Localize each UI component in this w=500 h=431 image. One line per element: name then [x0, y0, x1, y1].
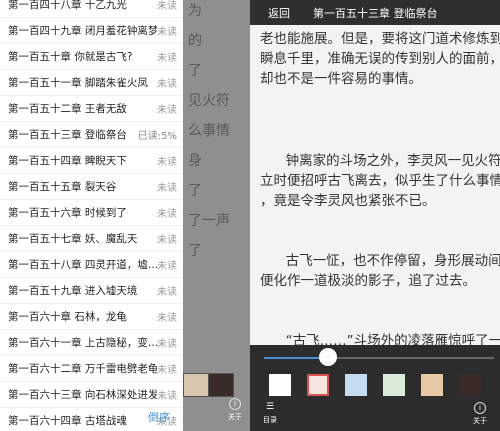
about-button-left[interactable]: i 关于: [220, 398, 250, 422]
toc-row[interactable]: 第一百五十五章 裂天谷 未读: [0, 174, 183, 200]
page-fragment: 了: [188, 183, 202, 199]
read-status: 未读: [157, 313, 177, 324]
chapter-title: 第一百五十七章 妖、魔乱天: [8, 233, 138, 245]
reverse-order-button[interactable]: 倒序: [148, 409, 170, 425]
toc-row[interactable]: 第一百六十二章 万千雷电劈老龟 未读: [0, 356, 183, 382]
read-status: 未读: [157, 261, 177, 272]
toc-row[interactable]: 第一百六十章 石林，龙龟 未读: [0, 304, 183, 330]
chapter-title: 第一百五十一章 脚踏朱雀火凤: [8, 77, 148, 89]
theme-swatch[interactable]: [421, 374, 443, 396]
chapter-title: 第一百六十二章 万千雷电劈老龟: [8, 363, 157, 375]
page-fragment: 了一声: [188, 213, 230, 229]
chapter-title: 第一百五十章 你就是古飞?: [8, 51, 133, 63]
read-status: 未读: [157, 183, 177, 194]
toc-row[interactable]: 第一百六十三章 向石林深处进发 未读: [0, 382, 183, 408]
theme-swatch[interactable]: [208, 373, 234, 397]
theme-swatch[interactable]: [269, 374, 291, 396]
theme-swatch[interactable]: [183, 373, 209, 397]
read-status: 未读: [157, 157, 177, 168]
toc-row[interactable]: 第一百五十章 你就是古飞? 未读: [0, 44, 183, 70]
toc-row[interactable]: 第一百五十一章 脚踏朱雀火凤 未读: [0, 70, 183, 96]
toc-row[interactable]: 第一百四十九章 闭月羞花钟离梦 未读: [0, 18, 183, 44]
read-status: 未读: [157, 339, 177, 350]
top-bar: 返回 第一百五十三章 登临祭台: [250, 0, 500, 25]
info-icon: i: [229, 398, 241, 410]
read-status: 已读:5%: [137, 131, 177, 142]
toc-row[interactable]: 第一百四十八章 十乙九光 未读: [0, 0, 183, 18]
toc-row[interactable]: 第一百五十八章 四灵开道，墟… 未读: [0, 252, 183, 278]
toc-row[interactable]: 第一百五十三章 登临祭台 已读:5%: [0, 122, 183, 148]
read-status: 未读: [157, 53, 177, 64]
chapter-title: 第一百六十四章 古塔战魂: [8, 415, 127, 427]
page-fragment: 了: [188, 243, 202, 259]
read-status: 未读: [157, 27, 177, 38]
toc-label: 目录: [263, 416, 277, 424]
toc-row[interactable]: 第一百五十六章 时候到了 未读: [0, 200, 183, 226]
chapter-title: 第一百六十章 石林，龙龟: [8, 311, 127, 323]
text-line: 老也能施展。但是，要将这门道术修炼到: [260, 31, 500, 47]
chapter-title: 第一百五十九章 进入墟天境: [8, 285, 138, 297]
back-button[interactable]: 返回: [268, 5, 290, 21]
text-line: 瞬息千里，准确无误的传到别人的面前，: [260, 51, 500, 67]
toc-drawer: 第一百四十八章 十乙九光 未读 第一百四十九章 闭月羞花钟离梦 未读 第一百五十章 你就…: [0, 0, 183, 431]
toc-row[interactable]: 第一百六十一章 上古隐秘，变… 未读: [0, 330, 183, 356]
theme-swatch[interactable]: [383, 374, 405, 396]
chapter-title: 第一百五十四章 睥睨天下: [8, 155, 127, 167]
theme-swatch[interactable]: [459, 374, 481, 396]
chapter-title: 第一百五十五章 裂天谷: [8, 181, 117, 193]
theme-swatch[interactable]: [345, 374, 367, 396]
toc-row[interactable]: 第一百五十九章 进入墟天境 未读: [0, 278, 183, 304]
read-status: 未读: [157, 391, 177, 402]
page-fragment: 么事情: [188, 123, 230, 139]
chapter-title: 第一百五十三章 登临祭台: [8, 129, 127, 141]
page-fragment: 了: [188, 63, 202, 79]
text-line: 钟离家的斗场之外，李灵风一见火符，: [285, 153, 500, 169]
read-status: 未读: [157, 1, 177, 12]
text-line: 便化作一道极淡的影子，追了过去。: [260, 273, 476, 289]
read-status: 未读: [157, 79, 177, 90]
brightness-slider[interactable]: [264, 357, 494, 359]
chapter-title: 第一百六十一章 上古隐秘，变…: [8, 337, 157, 349]
page-fragment: 的: [188, 33, 202, 49]
toc-row[interactable]: 第一百五十四章 睥睨天下 未读: [0, 148, 183, 174]
about-button[interactable]: i 关于: [465, 402, 495, 426]
read-status: 未读: [157, 209, 177, 220]
reader-screen: 老也能施展。但是，要将这门道术修炼到 瞬息千里，准确无误的传到别人的面前， 却也不是…: [250, 0, 500, 431]
text-line: 古飞一怔，也不作停留，身形展动间，: [285, 253, 500, 269]
chapter-title: 第一百五十二章 王者无敌: [8, 103, 127, 115]
theme-swatch[interactable]: [307, 374, 329, 396]
page-fragment: 身: [188, 153, 202, 169]
read-status: 未读: [157, 365, 177, 376]
chapter-title: 第一百四十八章 十乙九光: [8, 0, 127, 11]
chapter-title: 第一百五十三章 登临祭台: [313, 7, 438, 20]
page-fragment: 见火符: [188, 93, 230, 109]
chapter-body: 老也能施展。但是，要将这门道术修炼到 瞬息千里，准确无误的传到别人的面前， 却也不是…: [260, 29, 500, 351]
settings-panel: ☰ 目录 i 关于: [250, 345, 500, 431]
read-status: 未读: [157, 105, 177, 116]
info-icon: i: [474, 402, 486, 414]
chapter-title: 第一百四十九章 闭月羞花钟离梦: [8, 25, 157, 37]
page-fragment: 为: [188, 3, 202, 19]
toc-button[interactable]: ☰ 目录: [255, 402, 285, 425]
brightness-thumb[interactable]: [319, 348, 338, 366]
read-status: 未读: [157, 287, 177, 298]
text-line: ，竟是令李灵风也紧张不已。: [260, 193, 436, 209]
read-status: 未读: [157, 235, 177, 246]
text-line: 却也不是一件容易的事情。: [260, 71, 422, 87]
list-icon: ☰: [265, 402, 275, 412]
about-label: 关于: [473, 417, 487, 425]
toc-row[interactable]: 第一百五十二章 王者无敌 未读: [0, 96, 183, 122]
chapter-title: 第一百六十三章 向石林深处进发: [8, 389, 157, 401]
text-line: 立时便招呼古飞离去，似乎生了什么事情: [260, 173, 500, 189]
about-label: 关于: [228, 413, 242, 421]
dimmed-page-text: 为的了见火符 么事情身了了一声了: [188, 0, 250, 270]
left-screen: 为的了见火符 么事情身了了一声了 第一百四十八章 十乙九光 未读 第一百四十九章 闭月…: [0, 0, 250, 431]
chapter-title: 第一百五十八章 四灵开道，墟…: [8, 259, 157, 271]
toc-row[interactable]: 第一百五十七章 妖、魔乱天 未读: [0, 226, 183, 252]
chapter-title: 第一百五十六章 时候到了: [8, 207, 127, 219]
